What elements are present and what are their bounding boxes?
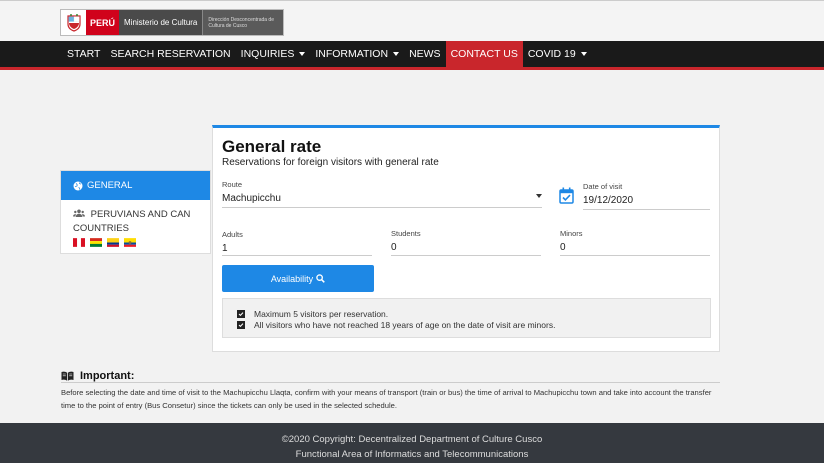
sidebar-peruvians-label: PERUVIANS AND CAN COUNTRIES [73, 209, 191, 234]
minors-label: Minors [560, 229, 583, 238]
nav-inquiries[interactable]: INQUIRIES [236, 41, 311, 67]
route-label: Route [222, 180, 243, 189]
note-1-text: Maximum 5 visitors per reservation. [254, 309, 389, 319]
adults-underline [222, 255, 372, 256]
bolivia-flag-icon [90, 238, 102, 247]
minors-field[interactable]: Minors 0 [560, 229, 710, 256]
students-underline [391, 255, 541, 256]
route-select[interactable]: Route Machupicchu [222, 180, 542, 208]
checked-box-icon [237, 321, 245, 329]
ecuador-flag-icon [124, 238, 136, 247]
caret-down-icon [580, 52, 587, 56]
logo-direction: Dirección Desconcentrada de Cultura de C… [203, 10, 284, 35]
coat-of-arms-icon [61, 10, 86, 35]
sidebar-item-peruvians[interactable]: PERUVIANS AND CAN COUNTRIES [61, 200, 210, 255]
peru-flag-icon [73, 238, 85, 247]
important-heading-text: Important: [80, 370, 135, 382]
ministry-logo[interactable]: PERÚ Ministerio de Cultura Dirección Des… [60, 9, 285, 36]
nav-start[interactable]: START [62, 41, 105, 67]
students-value: 0 [391, 242, 397, 253]
book-open-icon [61, 371, 74, 381]
nav-search-reservation[interactable]: SEARCH RESERVATION [105, 41, 235, 67]
rate-sidebar: GENERAL PERUVIANS AND CAN COUNTRIES [60, 170, 211, 254]
search-icon [316, 274, 325, 283]
card-subtitle: Reservations for foreign visitors with g… [222, 157, 439, 168]
nav-information-label: INFORMATION [315, 48, 389, 60]
nav-contact-us[interactable]: CONTACT US [445, 41, 523, 67]
students-field[interactable]: Students 0 [391, 229, 541, 256]
reservation-notes: Maximum 5 visitors per reservation. All … [222, 298, 711, 338]
nav-contact-us-label: CONTACT US [450, 48, 518, 60]
country-flags [73, 238, 198, 247]
globe-icon [73, 181, 83, 190]
important-heading: Important: [61, 370, 134, 382]
important-text: Before selecting the date and time of vi… [61, 388, 712, 410]
note-2-text: All visitors who have not reached 18 yea… [254, 320, 556, 330]
nav-start-label: START [67, 48, 101, 60]
date-of-visit-field[interactable]: Date of visit 19/12/2020 [583, 182, 710, 210]
note-max-visitors: Maximum 5 visitors per reservation. [237, 309, 388, 319]
minors-underline [560, 255, 710, 256]
caret-down-icon [299, 52, 306, 56]
nav-news-label: NEWS [409, 48, 441, 60]
availability-button[interactable]: Availability [222, 265, 374, 292]
sidebar-item-general[interactable]: GENERAL [61, 171, 210, 200]
main-nav: START SEARCH RESERVATION INQUIRIES INFOR… [0, 41, 824, 70]
top-bar: PERÚ Ministerio de Cultura Dirección Des… [0, 0, 824, 41]
adults-field[interactable]: Adults 1 [222, 230, 372, 256]
availability-label: Availability [270, 273, 314, 284]
colombia-flag-icon [107, 238, 119, 247]
minors-value: 0 [560, 242, 566, 253]
users-icon [73, 209, 85, 217]
nav-search-reservation-label: SEARCH RESERVATION [110, 48, 231, 60]
route-value: Machupicchu [222, 193, 281, 204]
nav-news[interactable]: NEWS [404, 41, 446, 67]
calendar-check-icon[interactable] [559, 187, 574, 204]
note-minors: All visitors who have not reached 18 yea… [237, 320, 555, 330]
date-underline [583, 209, 710, 210]
general-rate-card: General rate Reservations for foreign vi… [212, 125, 720, 352]
date-label: Date of visit [583, 182, 623, 191]
adults-label: Adults [222, 230, 243, 239]
page-footer: ©2020 Copyright: Decentralized Departmen… [0, 423, 824, 463]
footer-copyright: ©2020 Copyright: Decentralized Departmen… [281, 434, 543, 445]
logo-peru: PERÚ [86, 10, 120, 35]
route-underline [222, 207, 542, 208]
date-value: 19/12/2020 [583, 195, 634, 206]
sidebar-general-label: GENERAL [87, 180, 133, 191]
card-title: General rate [222, 137, 322, 156]
caret-down-icon [536, 194, 542, 198]
nav-covid-19[interactable]: COVID 19 [523, 41, 592, 67]
nav-inquiries-label: INQUIRIES [240, 48, 295, 60]
footer-copyright-text: 2020 Copyright: Decentralized Department… [288, 434, 543, 445]
caret-down-icon [393, 52, 400, 56]
nav-covid-19-label: COVID 19 [527, 48, 576, 60]
footer-area: Functional Area of Informatics and Telec… [295, 449, 529, 460]
adults-value: 1 [222, 243, 228, 254]
students-label: Students [391, 229, 421, 238]
important-divider [61, 382, 720, 383]
nav-information[interactable]: INFORMATION [310, 41, 404, 67]
checked-box-icon [237, 310, 245, 318]
logo-ministry: Ministerio de Cultura [119, 10, 204, 35]
